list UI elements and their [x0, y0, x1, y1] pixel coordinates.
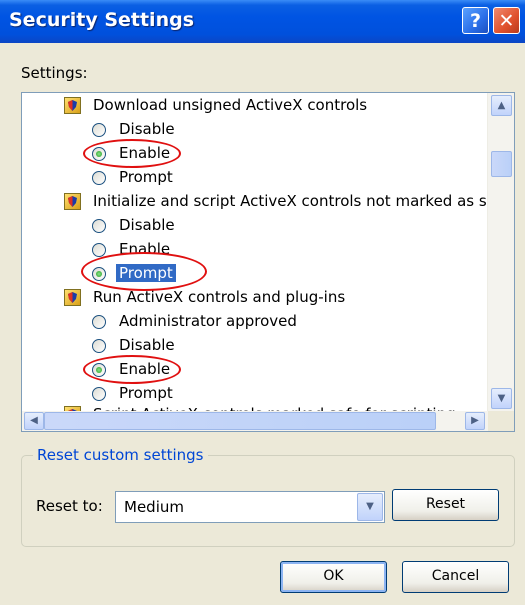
category-initialize-script-activex: Initialize and script ActiveX controls n…: [93, 192, 488, 210]
radio-download-unsigned-prompt[interactable]: [92, 171, 106, 185]
annotation-ellipse: [83, 355, 181, 384]
option-label: Disable: [119, 336, 175, 354]
option-label: Disable: [119, 120, 175, 138]
cancel-button[interactable]: Cancel: [402, 561, 509, 593]
window-title: Security Settings: [9, 9, 195, 31]
arrow-up-icon[interactable]: ▲: [491, 95, 512, 116]
radio-run-activex-admin-approved[interactable]: [92, 315, 106, 329]
vertical-scroll-thumb[interactable]: [491, 151, 512, 177]
option-label: Disable: [119, 216, 175, 234]
reset-to-dropdown[interactable]: Medium ▼: [115, 491, 385, 523]
scrollbar-corner: [488, 411, 514, 431]
category-download-unsigned-activex: Download unsigned ActiveX controls: [93, 96, 368, 114]
horizontal-scrollbar[interactable]: ◀ ▶: [22, 411, 488, 431]
radio-run-activex-prompt[interactable]: [92, 387, 106, 401]
chevron-down-icon[interactable]: ▼: [357, 493, 383, 521]
reset-group-title: Reset custom settings: [33, 446, 208, 464]
option-label: Administrator approved: [119, 312, 297, 330]
option-label: Prompt: [119, 384, 173, 402]
vertical-scrollbar[interactable]: ▲ ▼: [487, 93, 514, 411]
option-label: Prompt: [119, 168, 173, 186]
help-button[interactable]: ?: [462, 7, 489, 34]
arrow-down-icon[interactable]: ▼: [491, 388, 512, 409]
settings-list[interactable]: Download unsigned ActiveX controls Disab…: [21, 92, 515, 432]
shield-icon: [64, 193, 81, 210]
radio-initialize-script-enable[interactable]: [92, 243, 106, 257]
horizontal-scroll-thumb[interactable]: [44, 412, 436, 430]
arrow-left-icon[interactable]: ◀: [24, 412, 44, 430]
radio-initialize-script-disable[interactable]: [92, 219, 106, 233]
settings-label: Settings:: [21, 64, 88, 82]
annotation-ellipse: [81, 252, 207, 291]
arrow-right-icon[interactable]: ▶: [465, 412, 485, 430]
settings-list-content: Download unsigned ActiveX controls Disab…: [22, 93, 488, 411]
close-button[interactable]: ✕: [493, 7, 520, 34]
reset-to-label: Reset to:: [36, 497, 103, 515]
shield-icon: [64, 97, 81, 114]
radio-download-unsigned-disable[interactable]: [92, 123, 106, 137]
reset-button[interactable]: Reset: [392, 489, 499, 521]
shield-icon: [64, 289, 81, 306]
title-bar[interactable]: Security Settings ? ✕: [0, 0, 525, 43]
ok-button[interactable]: OK: [280, 561, 387, 593]
annotation-ellipse: [83, 139, 181, 168]
reset-to-value: Medium: [124, 498, 184, 516]
radio-run-activex-disable[interactable]: [92, 339, 106, 353]
category-script-activex-safe: Script ActiveX controls marked safe for …: [93, 403, 456, 411]
